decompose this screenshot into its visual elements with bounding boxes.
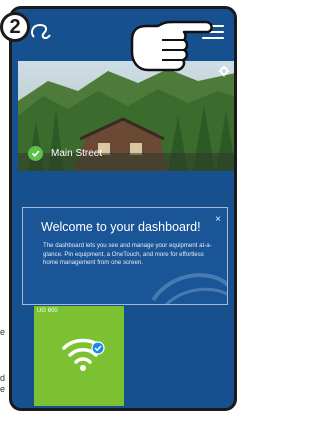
uponor-logo-icon[interactable] [28,19,54,45]
welcome-title: Welcome to your dashboard! [41,220,201,234]
close-icon[interactable]: × [215,214,221,225]
device-label: UG 600 [37,308,58,314]
location-name: Main Street [51,148,103,159]
welcome-body-text: The dashboard lets you see and manage yo… [43,242,212,267]
wifi-icon [62,338,105,371]
location-hero-image[interactable]: Main Street [18,61,234,171]
step-badge: 2 [0,12,30,42]
pointing-hand-icon [130,20,213,72]
check-badge-icon [91,341,105,355]
location-item[interactable]: Main Street [28,146,102,161]
device-tile[interactable]: UG 600 [34,306,124,406]
check-icon [28,146,43,161]
welcome-card: Welcome to your dashboard! × The dashboa… [22,207,228,305]
